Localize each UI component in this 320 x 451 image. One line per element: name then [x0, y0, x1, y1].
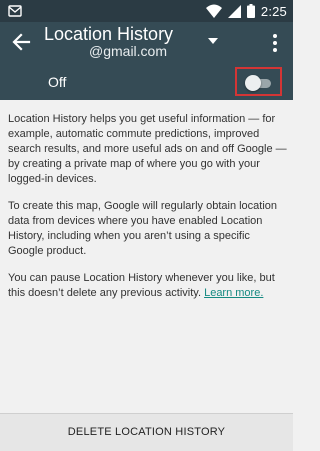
status-bar: 2:25: [0, 0, 293, 22]
toggle-label: Off: [48, 74, 67, 90]
more-vert-icon[interactable]: [266, 32, 284, 54]
status-time: 2:25: [260, 3, 287, 19]
learn-more-link[interactable]: Learn more.: [204, 287, 263, 299]
notification-icon: [8, 5, 22, 17]
description-paragraph-1: Location History helps you get useful in…: [8, 113, 287, 185]
description-paragraph-3: You can pause Location History whenever …: [8, 271, 288, 301]
location-history-toggle[interactable]: [235, 67, 282, 96]
status-icons: 2:25: [205, 3, 287, 19]
back-arrow-icon[interactable]: [10, 31, 32, 53]
switch-thumb: [245, 75, 261, 91]
battery-icon: [246, 4, 255, 18]
description: Location History helps you get useful in…: [8, 112, 288, 313]
wifi-icon: [205, 4, 222, 18]
description-paragraph-2: To create this map, Google will regularl…: [8, 200, 278, 257]
page-title: Location History: [44, 24, 174, 44]
account-email: @gmail.com: [89, 43, 168, 59]
signal-icon: [227, 4, 241, 18]
delete-location-history-button[interactable]: DELETE LOCATION HISTORY: [4, 416, 289, 448]
chevron-down-icon[interactable]: [207, 37, 219, 45]
bottom-bar: DELETE LOCATION HISTORY: [0, 413, 293, 451]
account-switcher[interactable]: Location History @gmail.com: [44, 24, 254, 62]
app-bar: Location History @gmail.com: [0, 22, 293, 62]
